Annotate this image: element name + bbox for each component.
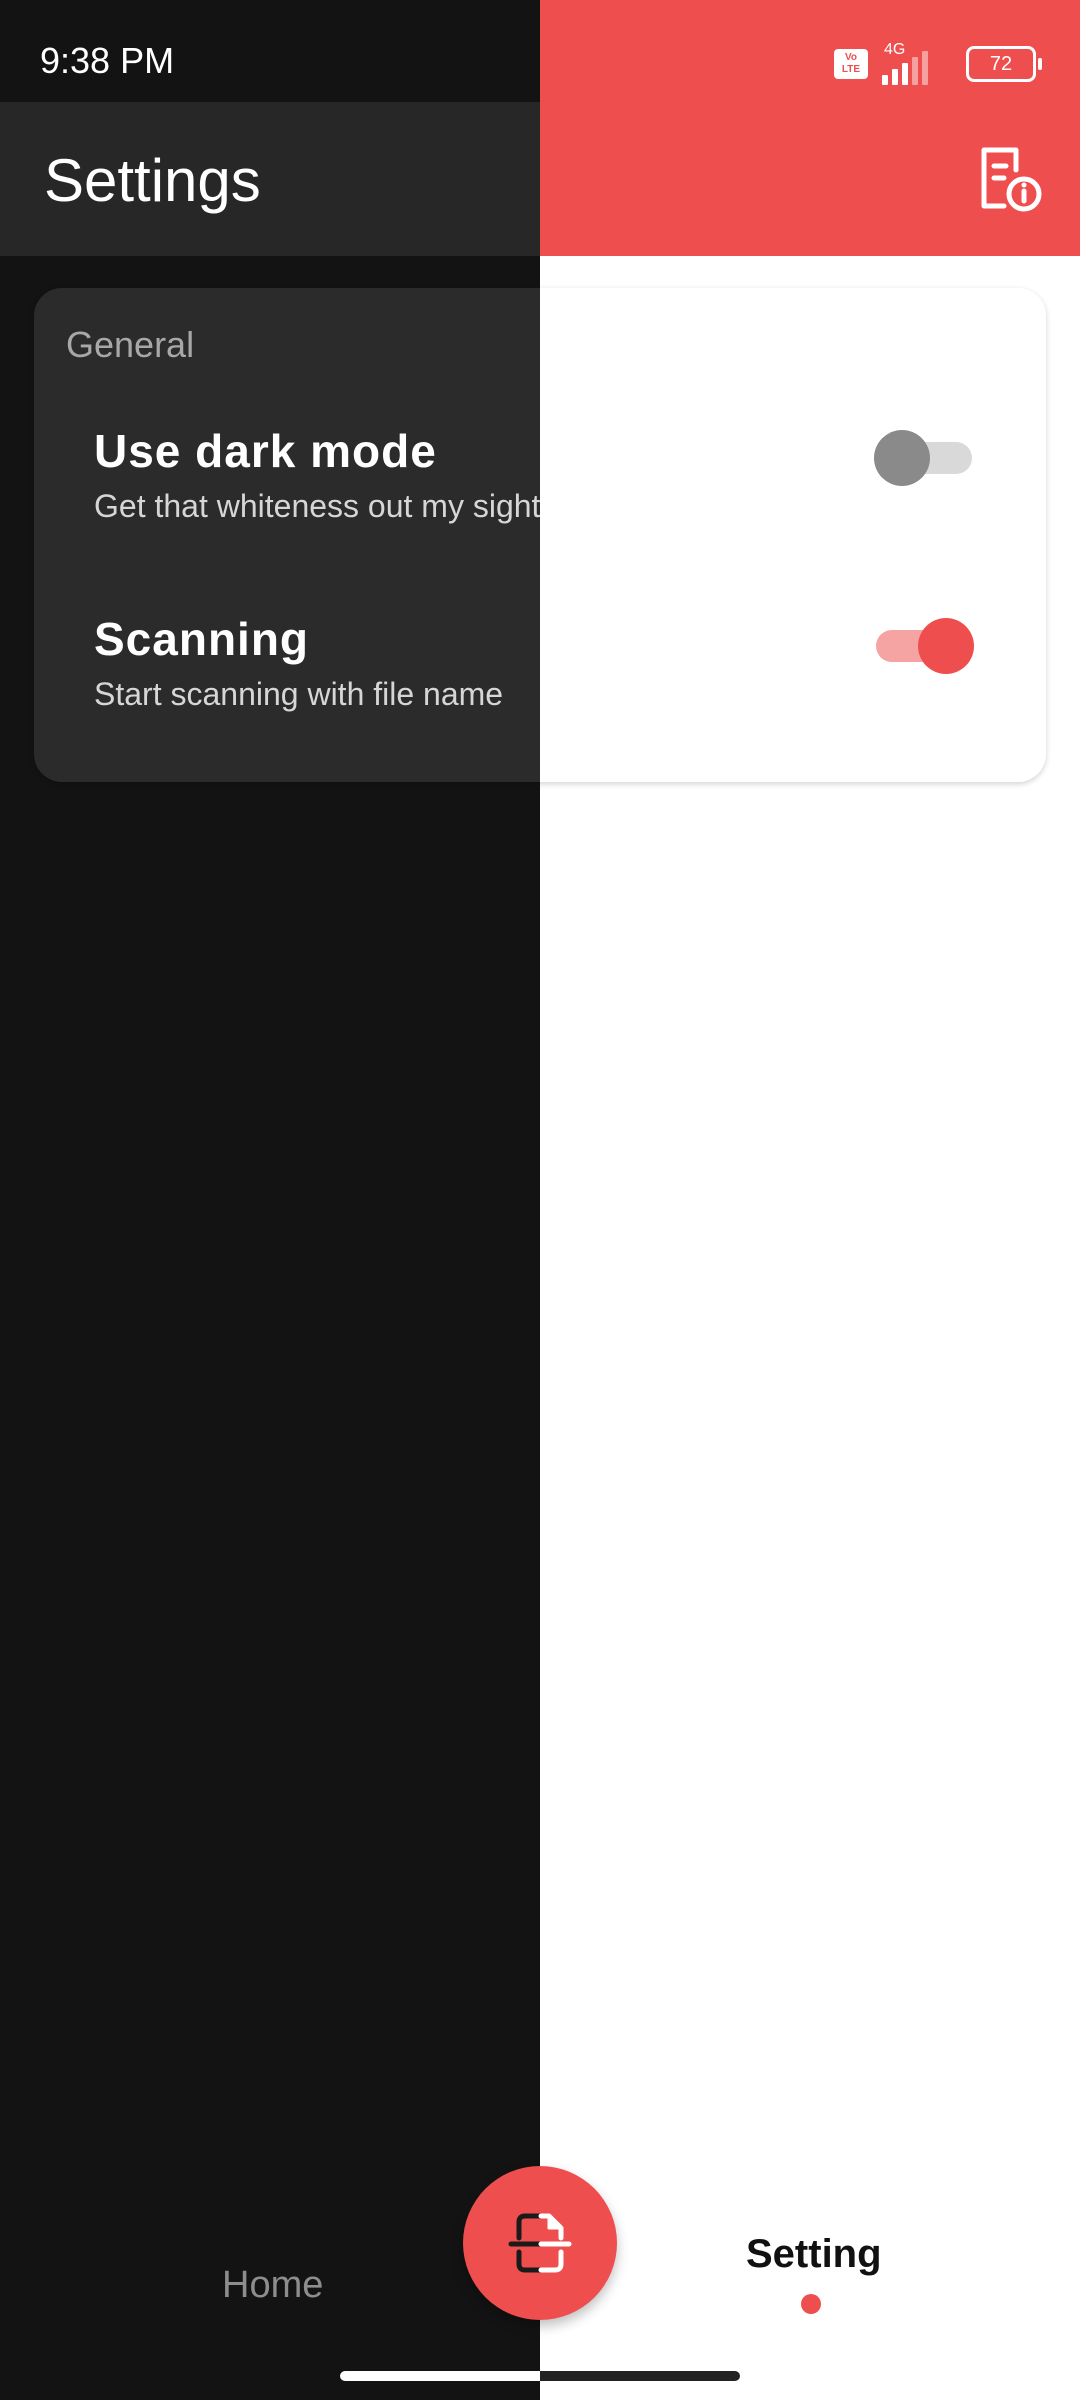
scanning-toggle[interactable]	[876, 614, 974, 674]
page-title: Settings	[44, 147, 261, 214]
volte-icon: Vo LTE	[834, 49, 868, 79]
setting-title: Use dark mode	[94, 425, 437, 477]
signal-icon: 4G	[882, 41, 952, 85]
setting-subtitle: Get that whiteness out my sight	[94, 488, 541, 524]
document-info-icon-svg	[981, 147, 1042, 212]
toggle-thumb	[918, 618, 974, 674]
scan-document-icon	[508, 2213, 572, 2273]
setting-subtitle: Start scanning with file name	[94, 676, 504, 712]
battery-icon: 72	[966, 46, 1042, 82]
nav-item-home[interactable]: Home	[222, 2264, 323, 2307]
status-bar: 9:38 PM Vo LTE 4G 72	[0, 0, 1080, 102]
settings-card: General Use dark mode Get that whiteness…	[34, 288, 1046, 782]
nav-item-setting[interactable]: Setting	[746, 2232, 882, 2277]
battery-level: 72	[989, 53, 1013, 75]
section-label: General	[66, 324, 195, 365]
scan-fab-button[interactable]	[463, 2166, 617, 2320]
status-icons: Vo LTE 4G 72	[834, 40, 1042, 88]
dark-mode-toggle[interactable]	[874, 426, 972, 486]
setting-title: Scanning	[94, 613, 310, 665]
toggle-thumb	[874, 430, 930, 486]
document-info-icon[interactable]	[974, 144, 1044, 214]
home-indicator[interactable]	[340, 2371, 740, 2381]
active-indicator-dot	[801, 2294, 821, 2314]
status-time: 9:38 PM	[40, 40, 175, 81]
settings-card-light-half	[540, 288, 1046, 782]
